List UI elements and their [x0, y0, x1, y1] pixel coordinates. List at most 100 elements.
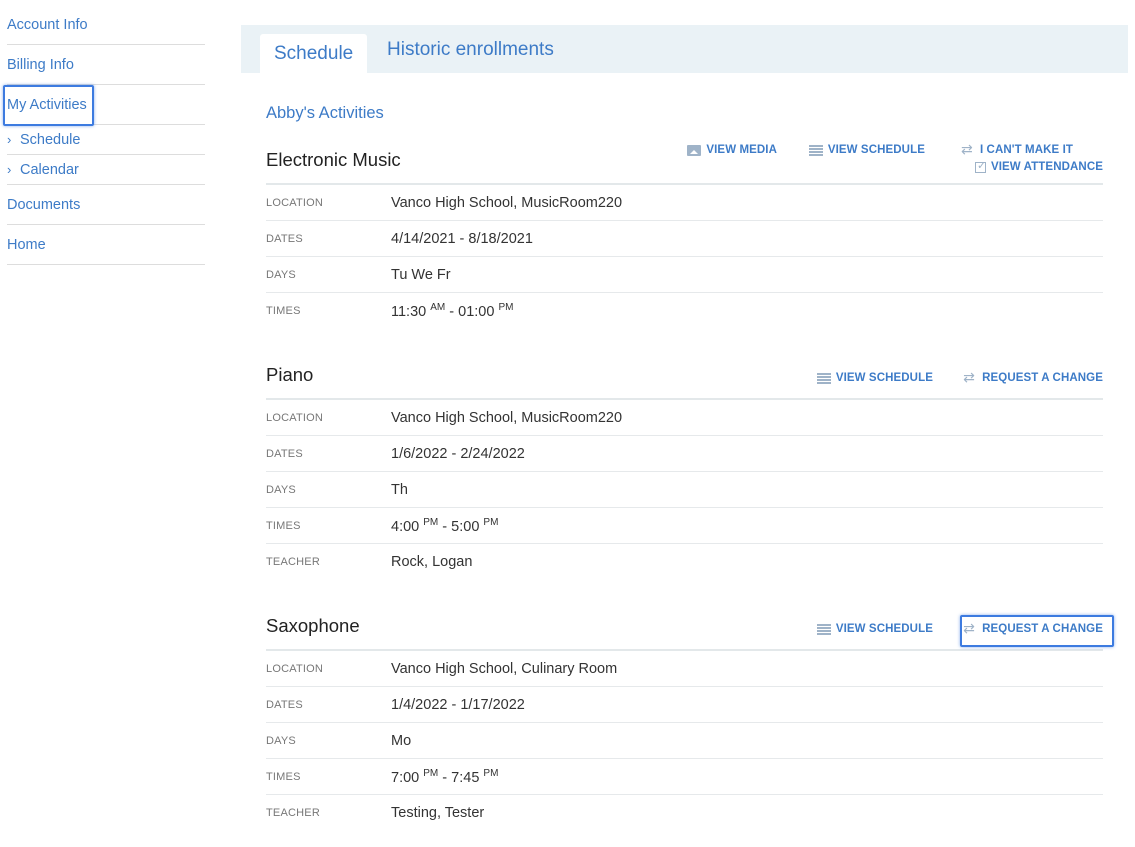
dates-value: 1/6/2022 - 2/24/2022 [391, 445, 525, 462]
checkbox-icon [974, 159, 986, 173]
teacher-row: TEACHER Rock, Logan [266, 544, 1103, 580]
sidebar-item-home[interactable]: Home [7, 225, 205, 265]
location-label: LOCATION [266, 196, 324, 209]
activity-name: Saxophone [266, 615, 360, 636]
time-end-ampm: PM [483, 767, 499, 779]
view-schedule-label: VIEW SCHEDULE [835, 623, 933, 635]
view-schedule-label: VIEW SCHEDULE [827, 144, 925, 156]
dates-value: 4/14/2021 - 8/18/2021 [391, 230, 533, 247]
view-schedule-link[interactable]: VIEW SCHEDULE [816, 372, 933, 384]
days-value: Th [391, 481, 408, 498]
time-separator: - [445, 303, 459, 320]
dates-row: DATES 1/4/2022 - 1/17/2022 [266, 687, 1103, 723]
location-value: Vanco High School, Culinary Room [391, 660, 618, 677]
days-value: Mo [391, 732, 412, 749]
times-value: 7:00 PM - 7:45 PM [391, 768, 498, 786]
sidebar-item-my-activities[interactable]: My Activities [7, 85, 205, 125]
request-change-label: REQUEST A CHANGE [982, 372, 1103, 384]
times-label: TIMES [266, 305, 301, 317]
request-change-link[interactable]: REQUEST A CHANGE [963, 620, 1103, 637]
schedule-list-icon [816, 372, 831, 384]
sidebar-item-billing-info[interactable]: Billing Info [7, 45, 205, 85]
tab-bar: Schedule Historic enrollments [241, 25, 1128, 73]
activity-card-electronic-music: Electronic Music VIEW MEDIA VIEW SCHEDUL… [266, 141, 1103, 329]
teacher-value: Rock, Logan [391, 554, 473, 570]
dates-label: DATES [266, 232, 303, 245]
sidebar-subitem-schedule[interactable]: › Schedule [7, 125, 205, 155]
section-title: Abby's Activities [266, 104, 384, 122]
activity-header: Electronic Music VIEW MEDIA VIEW SCHEDUL… [266, 141, 1103, 185]
times-value: 11:30 AM - 01:00 PM [391, 302, 513, 320]
activity-header: Saxophone VIEW SCHEDULE REQUEST A CHANGE [266, 607, 1103, 651]
time-separator: - [438, 518, 452, 535]
time-end: 01:00 [458, 303, 495, 320]
teacher-label: TEACHER [266, 556, 320, 568]
time-end: 5:00 [451, 518, 480, 535]
teacher-label: TEACHER [266, 807, 320, 819]
days-row: DAYS Mo [266, 723, 1103, 759]
time-end-ampm: PM [483, 516, 499, 528]
view-schedule-link[interactable]: VIEW SCHEDULE [816, 623, 933, 635]
view-attendance-label: VIEW ATTENDANCE [990, 161, 1103, 173]
chevron-right-icon: › [7, 131, 12, 147]
tab-schedule[interactable]: Schedule [260, 34, 368, 73]
location-value: Vanco High School, MusicRoom220 [391, 194, 623, 211]
time-end-ampm: PM [498, 302, 514, 314]
location-row: LOCATION Vanco High School, MusicRoom220 [266, 185, 1103, 221]
sidebar-subitem-calendar[interactable]: › Calendar [7, 155, 205, 185]
dates-value: 1/4/2022 - 1/17/2022 [391, 696, 525, 713]
sidebar-item-account-info[interactable]: Account Info [7, 5, 205, 45]
days-label: DAYS [266, 483, 296, 496]
teacher-row: TEACHER Testing, Tester [266, 795, 1103, 831]
sidebar-subitem-schedule-label: Schedule [20, 131, 81, 148]
time-start-ampm: PM [423, 516, 439, 528]
times-row: TIMES 7:00 PM - 7:45 PM [266, 759, 1103, 795]
sidebar-item-documents[interactable]: Documents [7, 185, 205, 225]
times-label: TIMES [266, 770, 301, 783]
location-row: LOCATION Vanco High School, MusicRoom220 [266, 400, 1103, 436]
swap-arrows-icon [963, 369, 977, 386]
time-start: 4:00 [391, 518, 420, 535]
activity-card-piano: Piano VIEW SCHEDULE REQUEST A CHANGE LOC… [266, 356, 1103, 580]
dates-label: DATES [266, 698, 303, 711]
time-separator: - [438, 769, 452, 786]
location-value: Vanco High School, MusicRoom220 [391, 409, 623, 426]
time-start: 7:00 [391, 769, 420, 786]
days-label: DAYS [266, 268, 296, 281]
time-start: 11:30 [391, 303, 427, 320]
view-attendance-link[interactable]: VIEW ATTENDANCE [974, 159, 1103, 173]
times-row: TIMES 4:00 PM - 5:00 PM [266, 508, 1103, 544]
request-change-link[interactable]: REQUEST A CHANGE [963, 369, 1103, 386]
days-value: Tu We Fr [391, 266, 451, 283]
main-content: Schedule Historic enrollments Abby's Act… [241, 25, 1128, 821]
sidebar-subitem-calendar-label: Calendar [20, 161, 79, 178]
location-row: LOCATION Vanco High School, Culinary Roo… [266, 651, 1103, 687]
request-change-label: REQUEST A CHANGE [982, 623, 1103, 635]
activity-card-saxophone: Saxophone VIEW SCHEDULE REQUEST A CHANGE… [266, 607, 1103, 831]
view-schedule-label: VIEW SCHEDULE [835, 372, 933, 384]
swap-arrows-icon [961, 141, 975, 158]
dates-row: DATES 4/14/2021 - 8/18/2021 [266, 221, 1103, 257]
location-label: LOCATION [266, 411, 324, 424]
sidebar-nav: Account Info Billing Info My Activities … [7, 5, 205, 265]
swap-arrows-icon [963, 620, 977, 637]
times-value: 4:00 PM - 5:00 PM [391, 517, 498, 535]
activity-header: Piano VIEW SCHEDULE REQUEST A CHANGE [266, 356, 1103, 400]
times-label: TIMES [266, 519, 301, 532]
activity-name: Electronic Music [266, 149, 401, 170]
tab-historic-enrollments[interactable]: Historic enrollments [373, 30, 568, 69]
time-start-ampm: AM [430, 302, 446, 314]
time-end: 7:45 [451, 769, 480, 786]
days-row: DAYS Th [266, 472, 1103, 508]
cant-make-it-label: I CAN'T MAKE IT [979, 144, 1073, 156]
location-label: LOCATION [266, 662, 324, 675]
view-media-label: VIEW MEDIA [706, 144, 777, 156]
cant-make-it-link[interactable]: I CAN'T MAKE IT [961, 141, 1073, 158]
view-media-link[interactable]: VIEW MEDIA [687, 144, 777, 156]
schedule-list-icon [808, 144, 823, 156]
dates-label: DATES [266, 447, 303, 460]
days-row: DAYS Tu We Fr [266, 257, 1103, 293]
dates-row: DATES 1/6/2022 - 2/24/2022 [266, 436, 1103, 472]
view-schedule-link[interactable]: VIEW SCHEDULE [808, 144, 925, 156]
activity-name: Piano [266, 364, 314, 385]
